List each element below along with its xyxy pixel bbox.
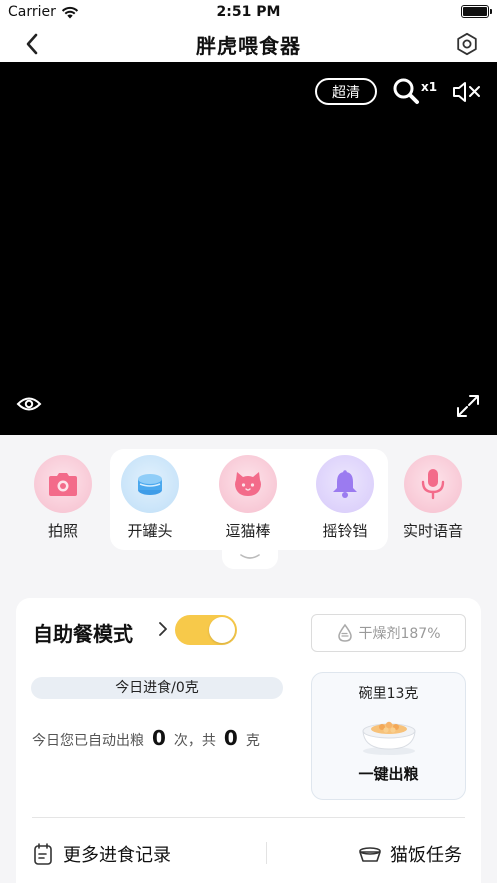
more-records-label: 更多进食记录 bbox=[63, 845, 171, 866]
bell-icon bbox=[316, 455, 374, 513]
dispense-card[interactable]: 碗里13克 一键出粮 bbox=[311, 672, 466, 800]
bowl-icon bbox=[359, 847, 381, 862]
mode-detail-button[interactable] bbox=[158, 620, 168, 642]
desiccant-status[interactable]: 干燥剂187% bbox=[311, 614, 466, 652]
microphone-icon bbox=[404, 455, 462, 513]
droplet-icon bbox=[338, 623, 353, 642]
expand-icon bbox=[457, 395, 479, 417]
control-label: 逗猫棒 bbox=[225, 522, 271, 540]
hexagon-settings-icon bbox=[457, 32, 477, 56]
quality-button[interactable]: 超清 bbox=[315, 78, 377, 105]
meal-tasks-label: 猫饭任务 bbox=[390, 845, 462, 866]
times-unit: 次，共 bbox=[173, 733, 216, 749]
control-label: 实时语音 bbox=[402, 522, 463, 540]
can-icon bbox=[121, 455, 179, 513]
dispense-button[interactable]: 一键出粮 bbox=[312, 763, 465, 784]
grams-unit: 克 bbox=[245, 733, 260, 749]
auto-prefix: 今日您已自动出粮 bbox=[32, 733, 144, 749]
dispense-times: 0 bbox=[152, 726, 166, 750]
clock: 2:51 PM bbox=[216, 4, 281, 20]
divider bbox=[32, 817, 465, 818]
eye-icon bbox=[16, 397, 42, 411]
speaker-muted-icon bbox=[453, 82, 480, 102]
mute-button[interactable] bbox=[452, 80, 482, 108]
clipboard-icon bbox=[34, 843, 52, 865]
meal-tasks-link[interactable]: 猫饭任务 bbox=[358, 841, 462, 867]
magnifier-icon bbox=[393, 78, 419, 104]
feeding-card: 自助餐模式 干燥剂187% 今日进食/0克 今日您已自动出粮 0 次，共 0 克… bbox=[16, 598, 481, 883]
zoom-button[interactable]: x1 bbox=[392, 77, 437, 105]
mode-toggle[interactable] bbox=[175, 615, 237, 645]
mode-title[interactable]: 自助餐模式 bbox=[33, 618, 133, 647]
control-label: 拍照 bbox=[47, 522, 78, 540]
camera-icon bbox=[34, 455, 92, 513]
control-cat-teaser[interactable]: 逗猫棒 bbox=[213, 455, 283, 541]
desiccant-label: 干燥剂187% bbox=[358, 626, 441, 642]
bowl-weight: 碗里13克 bbox=[358, 686, 419, 702]
control-ring-bell[interactable]: 摇铃铛 bbox=[310, 455, 380, 541]
food-bowl-icon bbox=[358, 711, 420, 757]
collapse-handle[interactable] bbox=[222, 545, 278, 569]
toggle-knob bbox=[209, 617, 235, 643]
control-live-voice[interactable]: 实时语音 bbox=[398, 455, 468, 541]
video-player[interactable]: 超清 x1 bbox=[0, 62, 497, 435]
today-intake: 今日进食/0克 bbox=[31, 677, 283, 699]
more-records-link[interactable]: 更多进食记录 bbox=[33, 841, 171, 867]
battery-icon bbox=[461, 5, 492, 18]
control-label: 摇铃铛 bbox=[322, 522, 368, 540]
page-title: 胖虎喂食器 bbox=[196, 34, 301, 58]
control-label: 开罐头 bbox=[127, 522, 173, 540]
control-photo[interactable]: 拍照 bbox=[28, 455, 98, 541]
cat-icon bbox=[219, 455, 277, 513]
chevron-right-icon bbox=[159, 622, 167, 636]
view-button[interactable] bbox=[16, 393, 42, 419]
status-bar: Carrier 2:51 PM bbox=[0, 0, 497, 26]
fullscreen-button[interactable] bbox=[455, 393, 481, 423]
control-open-can[interactable]: 开罐头 bbox=[115, 455, 185, 541]
chevron-down-icon bbox=[240, 554, 260, 559]
dispense-grams: 0 bbox=[223, 726, 238, 750]
link-separator bbox=[266, 842, 267, 864]
zoom-level: x1 bbox=[421, 80, 438, 94]
settings-button[interactable] bbox=[453, 30, 481, 58]
auto-dispense-summary: 今日您已自动出粮 0 次，共 0 克 bbox=[32, 726, 260, 750]
nav-bar: 胖虎喂食器 bbox=[0, 26, 497, 62]
